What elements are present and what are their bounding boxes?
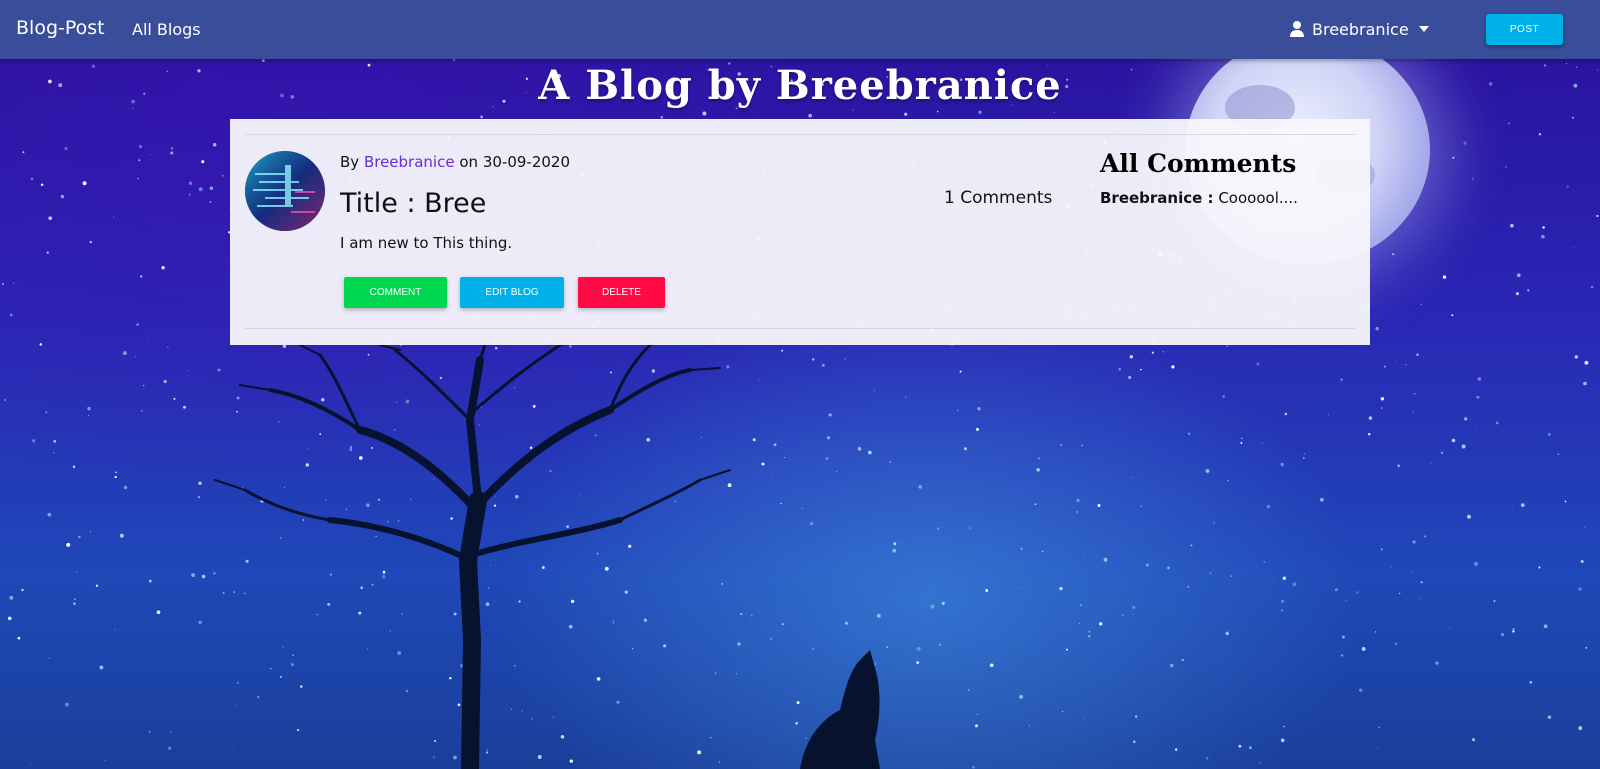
top-navbar: Blog-Post All Blogs Breebranice POST bbox=[0, 0, 1600, 59]
post-body: I am new to This thing. bbox=[340, 234, 513, 252]
brand-link[interactable]: Blog-Post bbox=[16, 17, 105, 39]
post-title: Title : Bree bbox=[340, 188, 487, 219]
user-name: Breebranice bbox=[1312, 19, 1409, 39]
divider bbox=[245, 134, 1355, 135]
page-title: A Blog by Breebranice bbox=[538, 62, 1062, 109]
comment-author: Breebranice : bbox=[1100, 189, 1214, 207]
author-link[interactable]: Breebranice bbox=[364, 153, 455, 171]
blog-post-card: By Breebranice on 30-09-2020 Title : Bre… bbox=[230, 119, 1370, 345]
comment-text: Coooool.... bbox=[1218, 189, 1298, 207]
comment-item: Breebranice : Coooool.... bbox=[1100, 189, 1298, 207]
post-date: 30-09-2020 bbox=[482, 153, 571, 171]
post-byline: By Breebranice on 30-09-2020 bbox=[340, 153, 570, 171]
by-label: By bbox=[340, 153, 360, 171]
post-button[interactable]: POST bbox=[1486, 14, 1563, 45]
divider bbox=[245, 328, 1355, 329]
user-dropdown[interactable]: Breebranice bbox=[1290, 17, 1429, 41]
user-icon bbox=[1290, 21, 1304, 37]
tree-wolf-silhouette bbox=[214, 339, 880, 769]
comments-heading: All Comments bbox=[1100, 149, 1297, 178]
author-avatar bbox=[245, 151, 325, 231]
comment-count: 1 Comments bbox=[944, 188, 1053, 208]
all-blogs-link[interactable]: All Blogs bbox=[132, 20, 201, 39]
comment-button[interactable]: COMMENT bbox=[344, 277, 447, 308]
caret-down-icon bbox=[1418, 26, 1429, 32]
delete-button[interactable]: DELETE bbox=[578, 277, 665, 308]
on-label: on bbox=[459, 153, 479, 171]
edit-blog-button[interactable]: EDIT BLOG bbox=[460, 277, 564, 308]
